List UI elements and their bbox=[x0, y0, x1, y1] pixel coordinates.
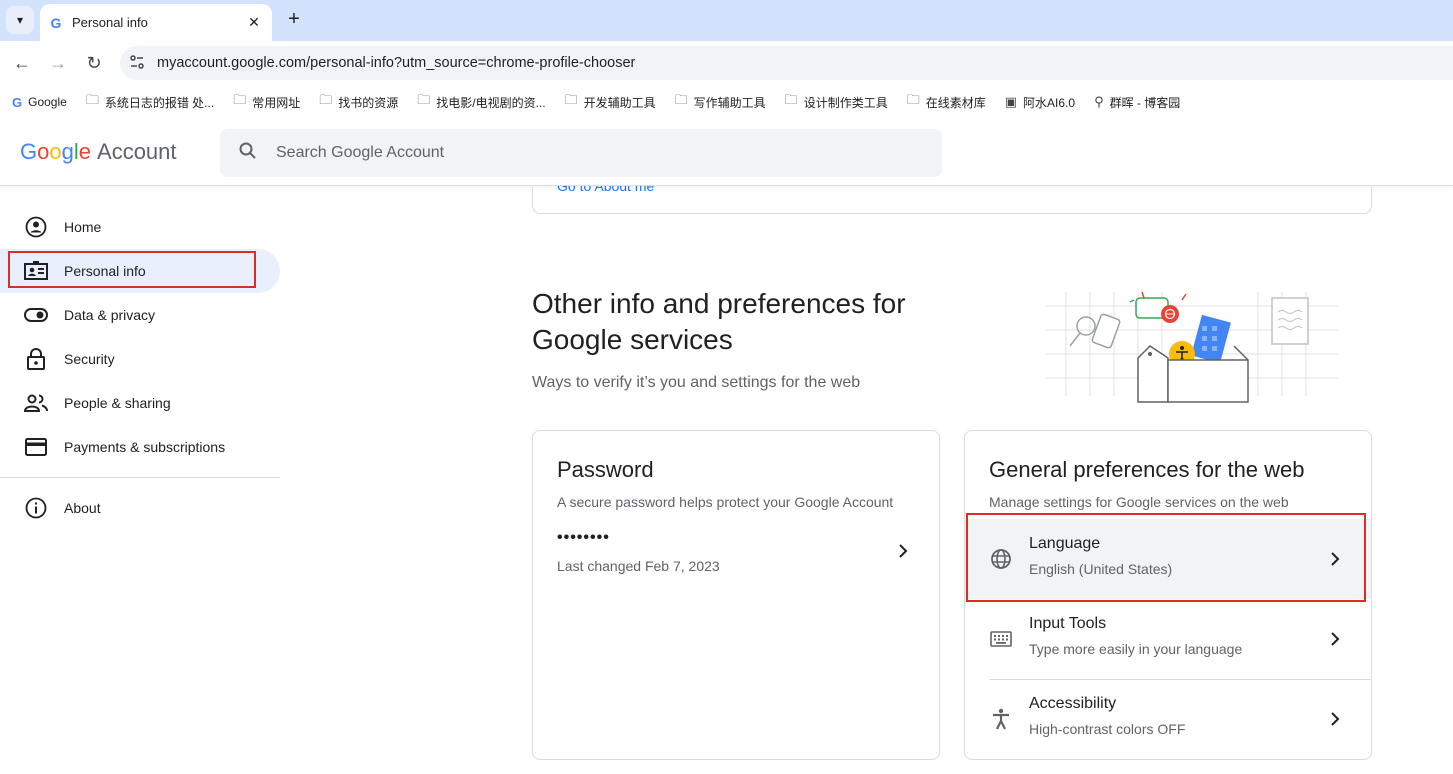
bookmark-google[interactable]: G Google bbox=[12, 95, 67, 110]
sidebar-item-data-privacy[interactable]: Data & privacy bbox=[0, 293, 280, 337]
sidebar-item-payments[interactable]: Payments & subscriptions bbox=[0, 425, 280, 469]
page-icon: ⚲ bbox=[1094, 94, 1104, 109]
lock-icon bbox=[24, 347, 48, 371]
search-placeholder: Search Google Account bbox=[276, 144, 445, 161]
bookmark-link[interactable]: ▣ 阿水AI6.0 bbox=[1005, 94, 1075, 111]
toggle-icon bbox=[24, 303, 48, 327]
tab-close-icon[interactable]: ✕ bbox=[244, 14, 264, 31]
tab-title: Personal info bbox=[72, 15, 148, 30]
password-card[interactable]: Password A secure password helps protect… bbox=[532, 430, 940, 760]
url-text: myaccount.google.com/personal-info?utm_s… bbox=[157, 55, 636, 71]
folder-icon: 🗀 bbox=[906, 92, 920, 107]
accessibility-title: Accessibility bbox=[1029, 695, 1117, 712]
bookmark-folder[interactable]: 🗀 写作辅助工具 bbox=[675, 91, 766, 113]
bookmark-folder[interactable]: 🗀 在线素材库 bbox=[907, 91, 986, 113]
folder-icon: 🗀 bbox=[85, 92, 99, 107]
masked-password: •••••••• bbox=[557, 529, 610, 546]
accessibility-icon bbox=[989, 707, 1013, 731]
forward-button[interactable]: → bbox=[46, 51, 70, 75]
preferences-illustration bbox=[1046, 291, 1338, 403]
bookmark-link[interactable]: ⚲ 群晖 - 博客园 bbox=[1094, 94, 1180, 111]
sidebar-item-about[interactable]: About bbox=[0, 486, 280, 530]
folder-icon: 🗀 bbox=[417, 92, 431, 107]
input-tools-row[interactable]: Input Tools Type more easily in your lan… bbox=[965, 599, 1371, 679]
chevron-right-icon[interactable] bbox=[1323, 627, 1347, 651]
bookmark-folder[interactable]: 🗀 找电影/电视剧的资... bbox=[417, 91, 545, 113]
section-subtitle: Ways to verify it’s you and settings for… bbox=[532, 374, 861, 391]
folder-icon: 🗀 bbox=[233, 92, 247, 107]
preferences-card-description: Manage settings for Google services on t… bbox=[989, 494, 1289, 510]
app-icon: ▣ bbox=[1004, 94, 1018, 109]
preferences-card-title: General preferences for the web bbox=[989, 457, 1305, 482]
folder-icon: 🗀 bbox=[319, 92, 333, 107]
new-tab-button[interactable]: + bbox=[282, 8, 306, 32]
sidebar-item-home[interactable]: Home bbox=[0, 205, 280, 249]
highlight-box-language bbox=[966, 513, 1366, 602]
bookmark-folder[interactable]: 🗀 开发辅助工具 bbox=[565, 91, 656, 113]
password-last-changed: Last changed Feb 7, 2023 bbox=[557, 558, 720, 574]
browser-tab[interactable]: G Personal info ✕ bbox=[40, 4, 272, 41]
account-header-overlay: Google Account Search Google Account bbox=[0, 119, 1453, 186]
google-account-logo[interactable]: GoogleAccount bbox=[20, 139, 177, 165]
browser-toolbar: ← → ↻ myaccount.google.com/personal-info… bbox=[0, 41, 1453, 85]
chevron-right-icon[interactable] bbox=[891, 539, 915, 563]
reload-button[interactable]: ↻ bbox=[82, 51, 106, 75]
password-card-title: Password bbox=[557, 457, 654, 482]
keyboard-icon bbox=[989, 627, 1013, 651]
input-tools-subtitle: Type more easily in your language bbox=[1029, 641, 1243, 657]
section-title: Other info and preferences for Google se… bbox=[532, 288, 906, 355]
bookmark-folder[interactable]: 🗀 设计制作类工具 bbox=[785, 91, 888, 113]
bookmark-folder[interactable]: 🗀 找书的资源 bbox=[319, 91, 398, 113]
bookmark-folder[interactable]: 🗀 常用网址 bbox=[233, 91, 300, 113]
folder-icon: 🗀 bbox=[674, 92, 688, 107]
card-icon bbox=[24, 435, 48, 459]
browser-tabstrip: ▾ G Personal info ✕ + bbox=[0, 0, 1453, 41]
sidebar-divider bbox=[0, 477, 280, 478]
accessibility-row[interactable]: Accessibility High-contrast colors OFF bbox=[965, 679, 1371, 759]
highlight-box-personal-info bbox=[8, 251, 256, 288]
address-bar[interactable]: myaccount.google.com/personal-info?utm_s… bbox=[120, 46, 1453, 80]
folder-icon: 🗀 bbox=[564, 92, 578, 107]
google-favicon-icon: G bbox=[50, 14, 62, 31]
bookmark-folder[interactable]: 🗀 系统日志的报错 处... bbox=[86, 91, 214, 113]
google-icon: G bbox=[12, 94, 23, 110]
back-button[interactable]: ← bbox=[10, 51, 34, 75]
home-icon bbox=[24, 215, 48, 239]
password-card-description: A secure password helps protect your Goo… bbox=[557, 494, 894, 510]
folder-icon: 🗀 bbox=[784, 92, 798, 107]
sidebar-item-people-sharing[interactable]: People & sharing bbox=[0, 381, 280, 425]
search-input[interactable]: Search Google Account bbox=[220, 129, 942, 177]
site-settings-icon[interactable] bbox=[120, 54, 154, 73]
chevron-right-icon[interactable] bbox=[1323, 707, 1347, 731]
accessibility-subtitle: High-contrast colors OFF bbox=[1029, 721, 1186, 737]
sidebar-item-security[interactable]: Security bbox=[0, 337, 280, 381]
info-icon bbox=[24, 496, 48, 520]
input-tools-title: Input Tools bbox=[1029, 615, 1107, 632]
bookmarks-bar: G Google 🗀 系统日志的报错 处... 🗀 常用网址 🗀 找书的资源 🗀 找电影/… bbox=[0, 85, 1453, 119]
search-icon[interactable] bbox=[220, 141, 276, 166]
tab-search-button[interactable]: ▾ bbox=[6, 6, 34, 34]
people-icon bbox=[24, 391, 48, 415]
